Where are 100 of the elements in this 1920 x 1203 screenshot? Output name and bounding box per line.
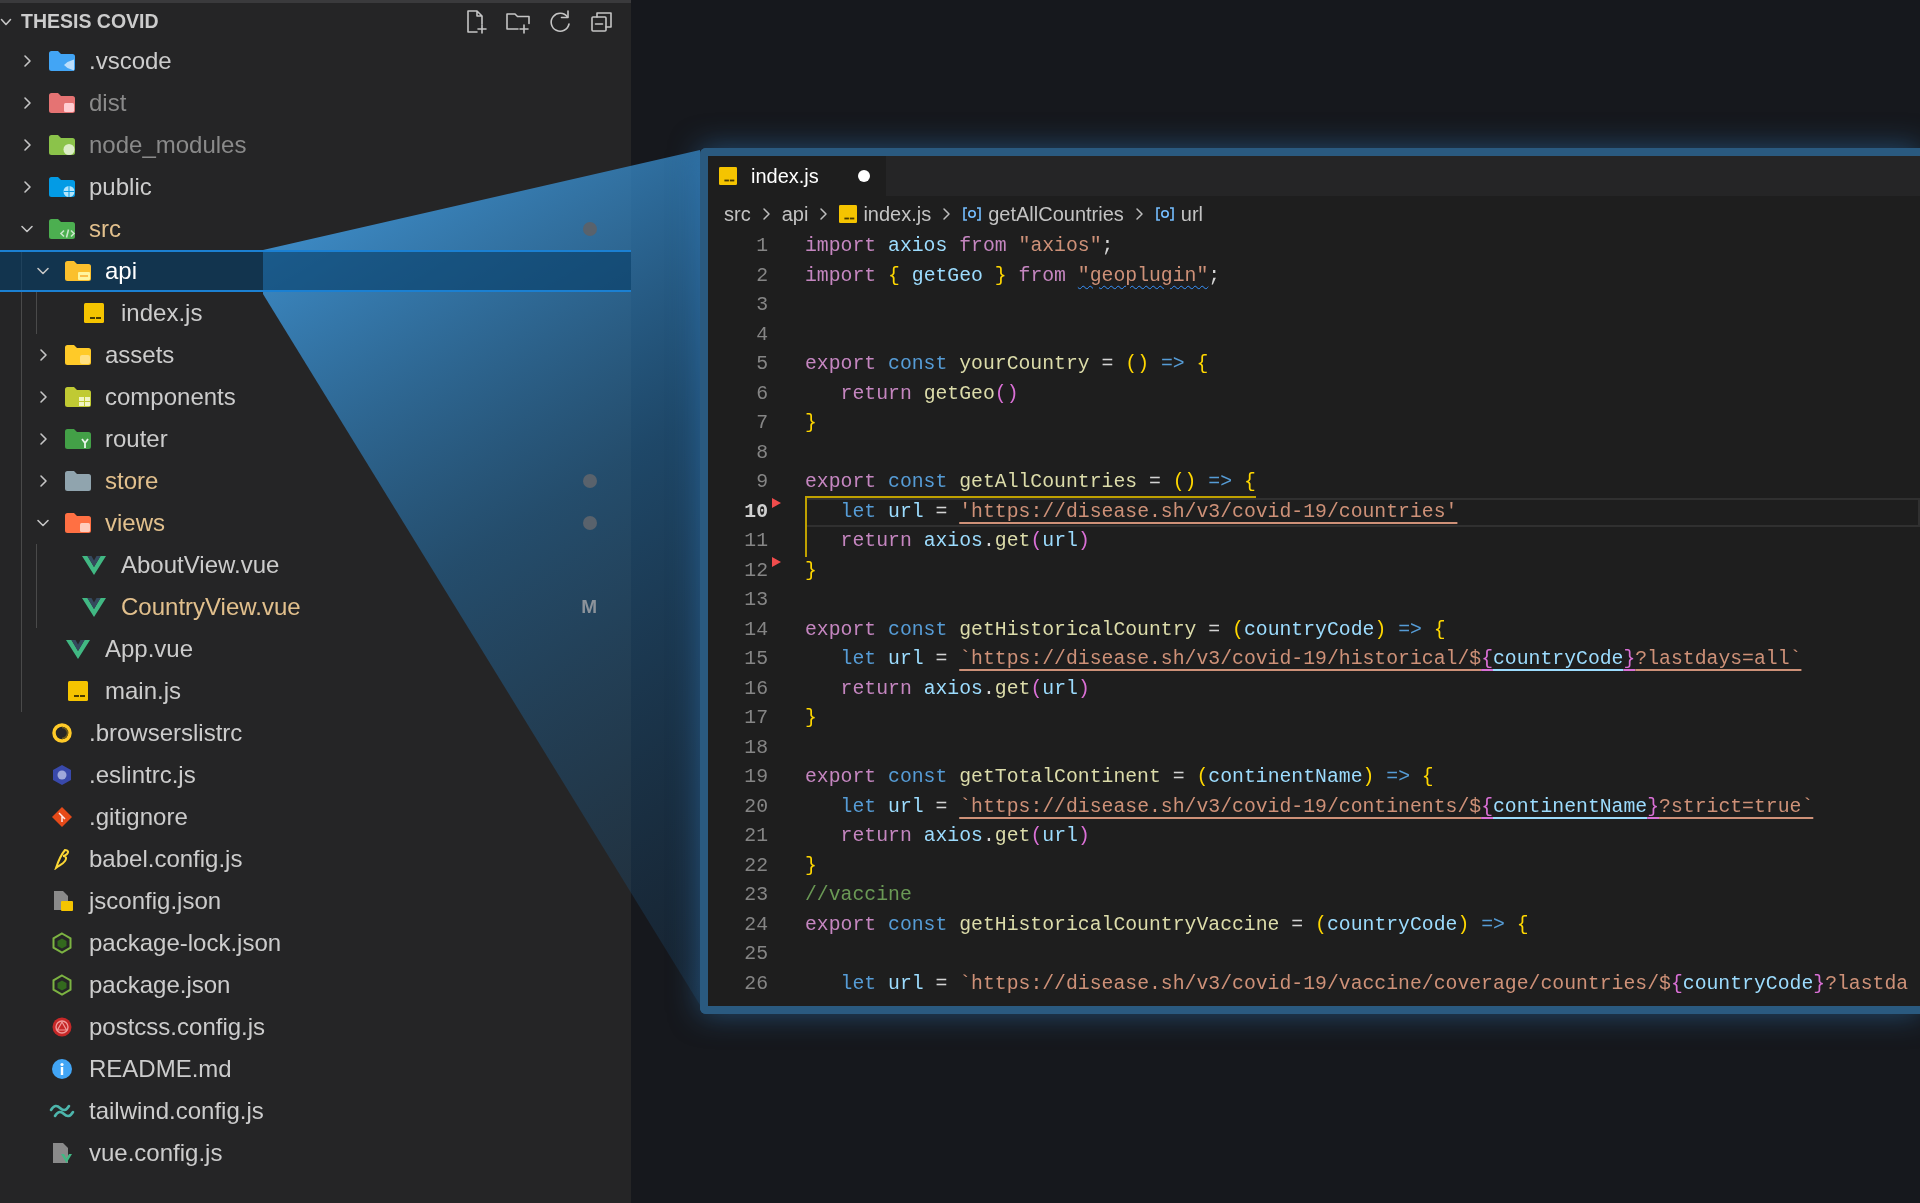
folder-name[interactable]: views	[105, 508, 165, 538]
folder-icon	[64, 470, 92, 492]
line-number: 10	[744, 500, 768, 523]
breadcrumb-item[interactable]: url	[1154, 199, 1204, 229]
file-name[interactable]: tailwind.config.js	[89, 1096, 264, 1126]
line-number: 8	[756, 441, 768, 464]
folder-icon	[48, 134, 76, 156]
folder-icon	[48, 176, 76, 198]
folder-name[interactable]: src	[89, 214, 121, 244]
line-number: 17	[744, 707, 768, 729]
folder-name[interactable]: router	[105, 424, 168, 454]
file-name[interactable]: vue.config.js	[89, 1138, 223, 1168]
code-line: return axios.get(url)	[839, 529, 1090, 554]
code-line: }	[805, 411, 817, 436]
line-number: 13	[744, 589, 768, 611]
line-number: 7	[756, 412, 768, 434]
file-name[interactable]: AboutView.vue	[121, 550, 280, 580]
code-line: let url = `https://disease.sh/v3/covid-19/vaccine/coverage/countries/${countryCode}?lastda	[839, 971, 1909, 997]
folder-icon	[64, 428, 92, 450]
workspace-title[interactable]: THESIS COVID	[21, 6, 159, 37]
folder-name[interactable]: api	[105, 256, 138, 286]
file-name[interactable]: index.js	[121, 298, 203, 328]
file-name[interactable]: postcss.config.js	[89, 1012, 266, 1042]
breadcrumb-item[interactable]: index.js	[839, 199, 932, 229]
v-logo-icon	[80, 554, 108, 576]
code-line: //vaccine	[805, 883, 912, 908]
folder-name[interactable]: components	[105, 382, 236, 412]
line-number: 21	[744, 825, 768, 847]
folder-icon	[64, 386, 92, 408]
v-logo-icon	[80, 596, 108, 618]
file-name[interactable]: App.vue	[105, 634, 194, 664]
file-name[interactable]: .eslintrc.js	[89, 760, 196, 790]
file-name[interactable]: package.json	[89, 970, 231, 1000]
folder-name[interactable]: public	[89, 172, 152, 202]
editor-tab[interactable]: index.js	[708, 156, 886, 196]
code-line: let url = 'https://disease.sh/v3/covid-19/countries'	[839, 499, 1458, 525]
file-name[interactable]: .browserslistrc	[89, 718, 243, 748]
code-line: }	[805, 706, 817, 731]
code-line: return axios.get(url)	[839, 676, 1090, 702]
folder-icon	[48, 50, 76, 72]
breadcrumb-item[interactable]: api	[781, 199, 809, 229]
file-name[interactable]: main.js	[105, 676, 182, 706]
line-number: 18	[744, 736, 768, 759]
line-number: 2	[756, 264, 768, 287]
line-number: 19	[744, 766, 768, 788]
line-number: 25	[744, 943, 768, 965]
v-logo-icon	[64, 638, 92, 660]
code-line: import { getGeo } from "geoplugin";	[805, 263, 1221, 289]
tile-icon	[719, 167, 737, 185]
code-line: export const getTotalContinent = (continentName) => {	[805, 765, 1434, 790]
line-number: 5	[756, 353, 768, 375]
tile-icon	[839, 205, 858, 223]
folder-name[interactable]: assets	[105, 340, 175, 370]
code-line: let url = `https://disease.sh/v3/covid-19/continents/${continentName}?strict=true`	[839, 794, 1814, 820]
line-number: 12	[744, 559, 768, 582]
line-number: 11	[744, 530, 768, 552]
line-number: 15	[744, 648, 768, 670]
line-number: 1	[756, 235, 768, 257]
symbol-icon	[1154, 206, 1175, 222]
line-number: 14	[744, 618, 768, 641]
chevron-right-icon	[1134, 207, 1144, 221]
file-name[interactable]: README.md	[89, 1054, 232, 1084]
folder-name[interactable]: .vscode	[89, 46, 172, 76]
code-line: export const getHistoricalCountryVaccine = (countryCode) => {	[805, 912, 1529, 938]
folder-icon	[64, 260, 92, 282]
folder-icon	[48, 92, 76, 114]
refresh-icon[interactable]	[547, 8, 573, 35]
folder-icon	[64, 344, 92, 366]
line-number: 9	[756, 471, 768, 493]
folder-name[interactable]: store	[105, 466, 159, 496]
code-line: return axios.get(url)	[839, 824, 1090, 849]
line-number: 24	[744, 913, 768, 936]
file-name[interactable]: CountryView.vue	[121, 592, 301, 622]
code-line: }	[805, 853, 817, 879]
breadcrumb-item[interactable]: getAllCountries	[962, 199, 1124, 229]
line-number: 4	[756, 323, 768, 346]
folder-icon	[64, 512, 92, 534]
code-line: return getGeo()	[839, 381, 1019, 407]
file-name[interactable]: .gitignore	[89, 802, 188, 832]
folder-name[interactable]: dist	[89, 88, 127, 118]
chevron-right-icon	[819, 207, 829, 221]
line-number: 20	[744, 795, 768, 818]
code-line: export const getAllCountries = () => {	[805, 468, 1256, 498]
chevron-right-icon	[942, 207, 952, 221]
symbol-icon	[962, 206, 983, 222]
file-name[interactable]: babel.config.js	[89, 844, 243, 874]
file-name[interactable]: jsconfig.json	[89, 886, 222, 916]
line-number: 26	[744, 972, 768, 995]
folder-name[interactable]: node_modules	[89, 130, 247, 160]
code-line: import axios from "axios";	[805, 234, 1114, 259]
code-line: let url = `https://disease.sh/v3/covid-19/historical/${countryCode}?lastdays=all`	[839, 647, 1802, 672]
chevron-right-icon	[761, 207, 771, 221]
file-name[interactable]: package-lock.json	[89, 928, 282, 958]
line-number: 16	[744, 677, 768, 700]
code-line: export const getHistoricalCountry = (countryCode) => {	[805, 617, 1446, 643]
code-line: export const yourCountry = () => {	[805, 352, 1209, 377]
git-status-label: M	[581, 595, 597, 619]
breadcrumb-item[interactable]: src	[724, 199, 751, 229]
line-number: 22	[744, 854, 768, 877]
line-number: 3	[756, 294, 768, 316]
